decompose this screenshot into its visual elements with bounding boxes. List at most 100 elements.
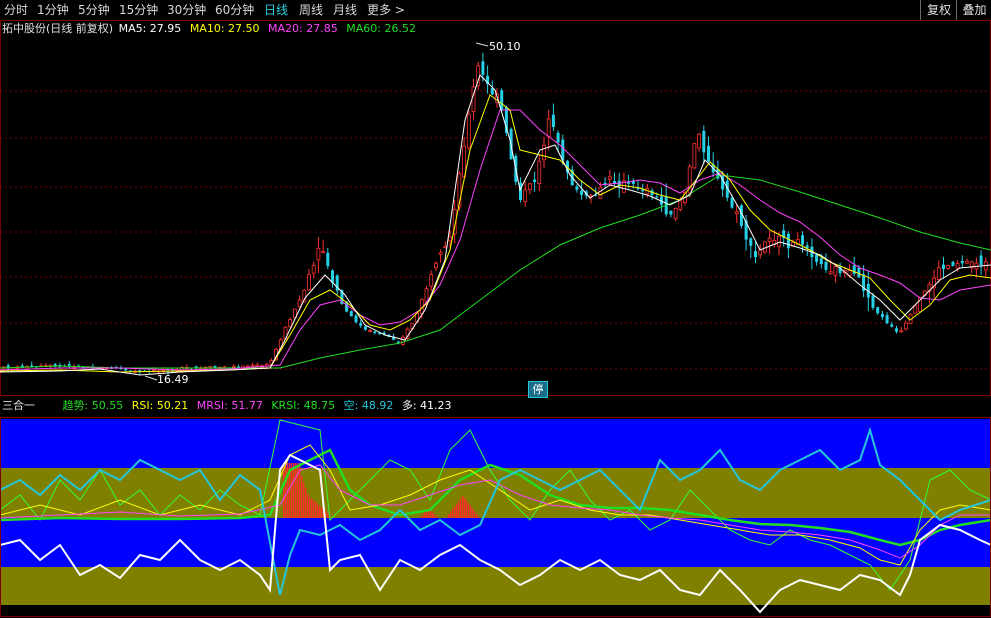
indicator-name[interactable]: 三合一 bbox=[2, 399, 35, 412]
histogram-bar bbox=[464, 498, 466, 518]
candle-body bbox=[349, 311, 353, 317]
histogram-bar bbox=[285, 463, 287, 518]
period-tab-1min[interactable]: 1分钟 bbox=[37, 1, 69, 19]
period-tab-fenshi[interactable]: 分时 bbox=[4, 1, 28, 19]
candle-body bbox=[767, 237, 772, 243]
histogram-bar bbox=[434, 514, 436, 518]
candle-body bbox=[288, 319, 293, 328]
mrsi-label: MRSI: 51.77 bbox=[196, 399, 263, 412]
period-tab-weekly[interactable]: 周线 bbox=[299, 1, 323, 19]
ma60-label: MA60: 26.52 bbox=[346, 22, 416, 35]
ma5-line bbox=[0, 74, 991, 376]
candle-body bbox=[702, 130, 706, 153]
candle-body bbox=[819, 258, 823, 265]
histogram-bar bbox=[432, 512, 434, 518]
candle-body bbox=[523, 189, 528, 203]
candle-body bbox=[466, 113, 471, 149]
candle-body bbox=[580, 190, 584, 195]
candle-body bbox=[551, 114, 555, 127]
candle-body bbox=[401, 336, 405, 345]
candle-body bbox=[151, 369, 156, 372]
candlestick-series bbox=[1, 52, 988, 376]
candle-body bbox=[424, 288, 429, 303]
candle-body bbox=[876, 307, 880, 314]
histogram-bar bbox=[446, 516, 448, 518]
candle-body bbox=[942, 264, 945, 269]
candle-body bbox=[537, 160, 542, 185]
band-blue-top bbox=[0, 419, 991, 468]
period-tab-60min[interactable]: 60分钟 bbox=[215, 1, 254, 19]
candle-body bbox=[904, 322, 908, 330]
candle-body bbox=[951, 261, 955, 266]
high-price-label: 50.10 bbox=[489, 40, 521, 53]
indicator-legend: 三合一 趋势: 50.55 RSI: 50.21 MRSI: 51.77 KRS… bbox=[2, 398, 457, 414]
duo-label: 多: 41.23 bbox=[401, 399, 452, 412]
candle-body bbox=[598, 186, 603, 199]
histogram-bar bbox=[295, 463, 297, 518]
candle-body bbox=[885, 315, 889, 324]
histogram-bar bbox=[450, 511, 452, 518]
histogram-bar bbox=[468, 503, 470, 518]
ma10-label: MA10: 27.50 bbox=[189, 22, 260, 35]
fuquan-button[interactable]: 复权 bbox=[920, 0, 957, 20]
band-blue-lower bbox=[0, 518, 991, 567]
candle-body bbox=[448, 236, 452, 242]
price-chart[interactable]: 50.10 16.49 bbox=[0, 20, 991, 397]
candle-body bbox=[899, 330, 904, 333]
candle-body bbox=[128, 370, 132, 372]
candle-body bbox=[946, 265, 951, 269]
candle-body bbox=[354, 315, 358, 323]
histogram-bar bbox=[319, 505, 321, 518]
histogram-bar bbox=[424, 512, 426, 518]
candle-body bbox=[542, 144, 546, 161]
krsi-label: KRSI: 48.75 bbox=[271, 399, 336, 412]
candle-body bbox=[965, 261, 969, 264]
histogram-bar bbox=[454, 506, 456, 518]
histogram-bar bbox=[309, 496, 311, 518]
candle-body bbox=[250, 364, 255, 367]
period-tab-monthly[interactable]: 月线 bbox=[333, 1, 357, 19]
candle-body bbox=[231, 365, 236, 368]
candle-body bbox=[359, 323, 363, 326]
candle-body bbox=[67, 364, 71, 366]
candle-body bbox=[433, 262, 438, 269]
histogram-bar bbox=[456, 503, 458, 518]
histogram-bar bbox=[460, 498, 462, 518]
stock-title: 拓中股份(日线 前复权) bbox=[2, 22, 114, 35]
period-tab-15min[interactable]: 15分钟 bbox=[119, 1, 158, 19]
indicator-chart[interactable] bbox=[0, 417, 991, 618]
ma20-line bbox=[0, 109, 991, 371]
candle-body bbox=[321, 251, 326, 254]
histogram-bar bbox=[317, 504, 319, 518]
histogram-bar bbox=[474, 511, 476, 518]
candle-body bbox=[297, 299, 302, 308]
candle-body bbox=[880, 313, 884, 318]
histogram-bar bbox=[430, 510, 432, 518]
histogram-bar bbox=[305, 488, 307, 518]
candle-body bbox=[871, 295, 875, 308]
histogram-bar bbox=[476, 514, 478, 518]
candle-body bbox=[438, 252, 443, 255]
candle-body bbox=[815, 254, 819, 262]
ma10-line bbox=[0, 94, 991, 373]
price-gridlines bbox=[0, 90, 991, 370]
limit-stop-badge: 停 bbox=[528, 381, 548, 398]
histogram-bar bbox=[313, 500, 315, 518]
candle-body bbox=[824, 261, 828, 270]
candle-body bbox=[556, 132, 560, 143]
period-tab-more[interactable]: 更多 > bbox=[367, 1, 405, 19]
candle-body bbox=[786, 233, 790, 249]
candle-body bbox=[707, 145, 710, 162]
overlay-button[interactable]: 叠加 bbox=[956, 0, 991, 20]
candle-body bbox=[481, 61, 485, 75]
period-tab-30min[interactable]: 30分钟 bbox=[167, 1, 206, 19]
candle-body bbox=[955, 262, 960, 269]
candle-body bbox=[546, 118, 551, 137]
period-tab-5min[interactable]: 5分钟 bbox=[78, 1, 110, 19]
histogram-bar bbox=[301, 476, 303, 518]
candle-body bbox=[730, 197, 734, 208]
histogram-bar bbox=[462, 496, 464, 518]
period-tab-daily[interactable]: 日线 bbox=[264, 1, 288, 19]
price-frame bbox=[0, 20, 991, 396]
candle-body bbox=[913, 305, 918, 314]
